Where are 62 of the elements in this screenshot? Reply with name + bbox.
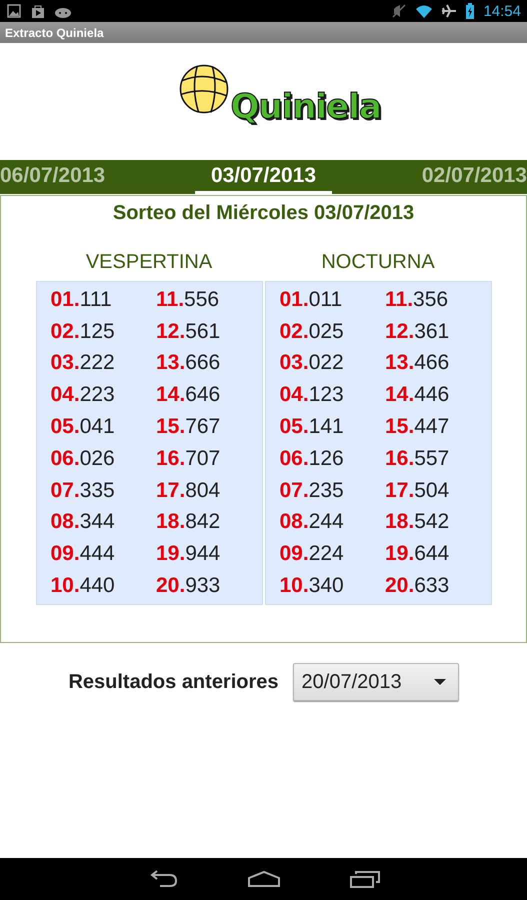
result-number: 15.767 [156, 414, 222, 440]
result-number: 10.440 [50, 573, 116, 600]
result-number: 12.561 [156, 318, 222, 345]
result-number: 04.123 [280, 382, 345, 408]
result-number: 17.804 [156, 478, 222, 504]
date-tab[interactable]: 02/07/2013 [422, 160, 527, 194]
result-number: 09.444 [50, 541, 116, 568]
previous-results-label: Resultados anteriores [68, 670, 279, 694]
result-number: 11.356 [385, 286, 450, 313]
clock-time: 14:54 [483, 2, 521, 20]
result-number: 01.011 [280, 286, 344, 313]
shopping-bag-icon [30, 3, 46, 19]
result-number: 09.224 [280, 541, 345, 568]
result-number: 11.556 [156, 286, 220, 313]
home-icon[interactable] [248, 870, 280, 888]
result-number: 18.842 [156, 509, 222, 536]
result-number: 04.223 [50, 382, 116, 408]
caret-icon [434, 679, 446, 685]
result-number: 20.933 [156, 573, 222, 600]
result-number: 14.646 [156, 382, 222, 408]
result-number: 19.644 [385, 541, 450, 568]
result-number: 18.542 [385, 509, 450, 536]
result-number: 13.666 [156, 350, 222, 376]
result-number: 20.633 [385, 573, 450, 600]
globe-icon [178, 64, 228, 114]
result-number: 12.361 [385, 318, 450, 345]
result-number: 07.335 [50, 478, 116, 504]
muted-icon [391, 3, 408, 19]
result-number: 10.340 [280, 573, 345, 600]
result-number: 03.222 [50, 350, 116, 376]
result-number: 17.504 [385, 478, 450, 504]
result-number: 07.235 [280, 478, 345, 504]
date-dropdown[interactable]: 20/07/2013 [292, 663, 459, 701]
image-icon [6, 3, 22, 19]
result-number: 14.446 [385, 382, 450, 408]
draw-title: Sorteo del Miércoles 03/07/2013 [112, 202, 414, 225]
result-number: 19.944 [156, 541, 222, 568]
session-heading: NOCTURNA [321, 251, 435, 275]
result-number: 06.026 [50, 446, 116, 472]
result-number: 05.041 [50, 414, 116, 440]
back-icon[interactable] [148, 870, 178, 888]
result-number: 02.125 [50, 318, 116, 345]
result-number: 05.141 [280, 414, 345, 440]
result-number: 08.344 [50, 509, 116, 536]
result-number: 16.557 [385, 446, 450, 472]
result-number: 15.447 [385, 414, 450, 440]
result-number: 01.111 [50, 286, 113, 313]
app-title: Extracto Quiniela [5, 26, 104, 40]
result-number: 08.244 [280, 509, 345, 536]
date-tab[interactable]: 06/07/2013 [0, 160, 106, 194]
logo-text: Quiniela [230, 90, 381, 124]
result-number: 03.022 [280, 350, 345, 376]
result-number: 13.466 [385, 350, 450, 376]
session-heading: VESPERTINA [86, 251, 212, 275]
result-number: 16.707 [156, 446, 222, 472]
result-number: 06.126 [280, 446, 345, 472]
result-number: 02.025 [280, 318, 345, 345]
battery-icon [465, 3, 476, 19]
date-tab[interactable]: 03/07/2013 [194, 160, 332, 194]
recent-apps-icon[interactable] [350, 870, 380, 888]
wifi-icon [415, 3, 434, 19]
airplane-icon [441, 3, 458, 19]
